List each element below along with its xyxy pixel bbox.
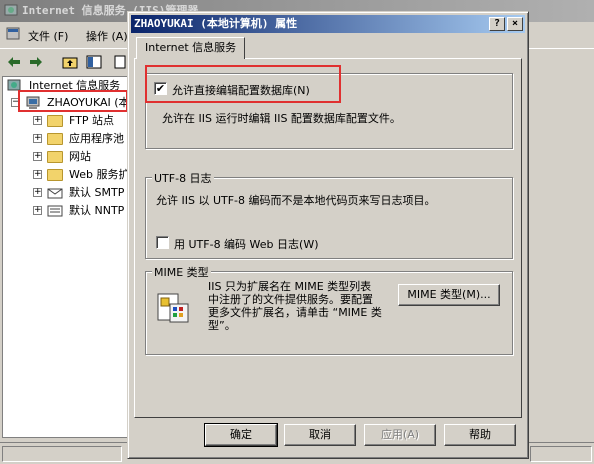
help-caption-button[interactable]: ? [489,17,505,31]
tab-internet-info-services[interactable]: Internet 信息服务 [136,37,246,59]
show-hide-tree-icon[interactable] [84,52,104,72]
ok-button[interactable]: 确定 [204,423,278,447]
close-icon[interactable]: × [507,17,523,31]
forward-arrow-icon[interactable] [26,52,46,72]
tab-panel: ✔ 允许直接编辑配置数据库(N) 允许在 IIS 运行时编辑 IIS 配置数据库… [134,58,522,418]
mime-types-group: MIME 类型 IIS 只为扩展名在 MIME 类型列表 中注册了的文件提供服务… [145,264,513,355]
menu-file[interactable]: 文件 (F) [28,28,68,44]
utf8-description: 允许 IIS 以 UTF-8 编码而不是本地代码页来写日志项目。 [156,194,436,207]
utf8-log-legend: UTF-8 日志 [152,170,214,186]
menu-action[interactable]: 操作 (A) [86,28,128,44]
expand-icon[interactable]: + [33,152,42,161]
mime-description-line-4: 型”。 [208,319,236,332]
folder-icon [47,133,63,145]
folder-icon [47,115,63,127]
utf8-log-checkbox[interactable] [156,236,169,249]
back-arrow-icon[interactable] [4,52,24,72]
dialog-title: ZHAOYUKAI (本地计算机) 属性 [134,17,298,30]
highlight-local-computer [18,90,128,112]
apply-button[interactable]: 应用(A) [364,424,436,446]
iis-app-icon [4,4,18,16]
expand-icon[interactable]: + [33,170,42,179]
smtp-icon [47,188,63,199]
expand-icon[interactable]: + [33,116,42,125]
status-pane-right [530,446,592,462]
status-pane [2,446,122,462]
expand-icon[interactable]: + [33,206,42,215]
nntp-icon [47,205,63,217]
utf8-log-label[interactable]: 用 UTF-8 编码 Web 日志(W) [174,236,319,252]
cancel-button[interactable]: 取消 [284,424,356,446]
utf8-log-group: UTF-8 日志 允许 IIS 以 UTF-8 编码而不是本地代码页来写日志项目… [145,170,513,259]
folder-icon [47,151,63,163]
expand-icon[interactable]: + [33,134,42,143]
up-folder-icon[interactable] [60,52,80,72]
mime-types-button[interactable]: MIME 类型(M)... [398,284,500,306]
mmc-menu-icon[interactable] [6,27,20,41]
mime-types-legend: MIME 类型 [152,264,211,280]
help-button[interactable]: 帮助 [444,424,516,446]
folder-icon [47,169,63,181]
console-tree: Internet 信息服务 − ZHAOYUKAI (本地计算机) + FTP … [2,76,178,438]
expand-icon[interactable]: + [33,188,42,197]
dialog-title-bar[interactable]: ZHAOYUKAI (本地计算机) 属性 ? × [131,15,525,33]
mime-types-icon [157,293,189,323]
config-description: 允许在 IIS 运行时编辑 IIS 配置数据库配置文件。 [162,112,401,125]
properties-dialog: ZHAOYUKAI (本地计算机) 属性 ? × Internet 信息服务 ✔… [127,11,529,459]
highlight-config-checkbox [145,65,341,103]
